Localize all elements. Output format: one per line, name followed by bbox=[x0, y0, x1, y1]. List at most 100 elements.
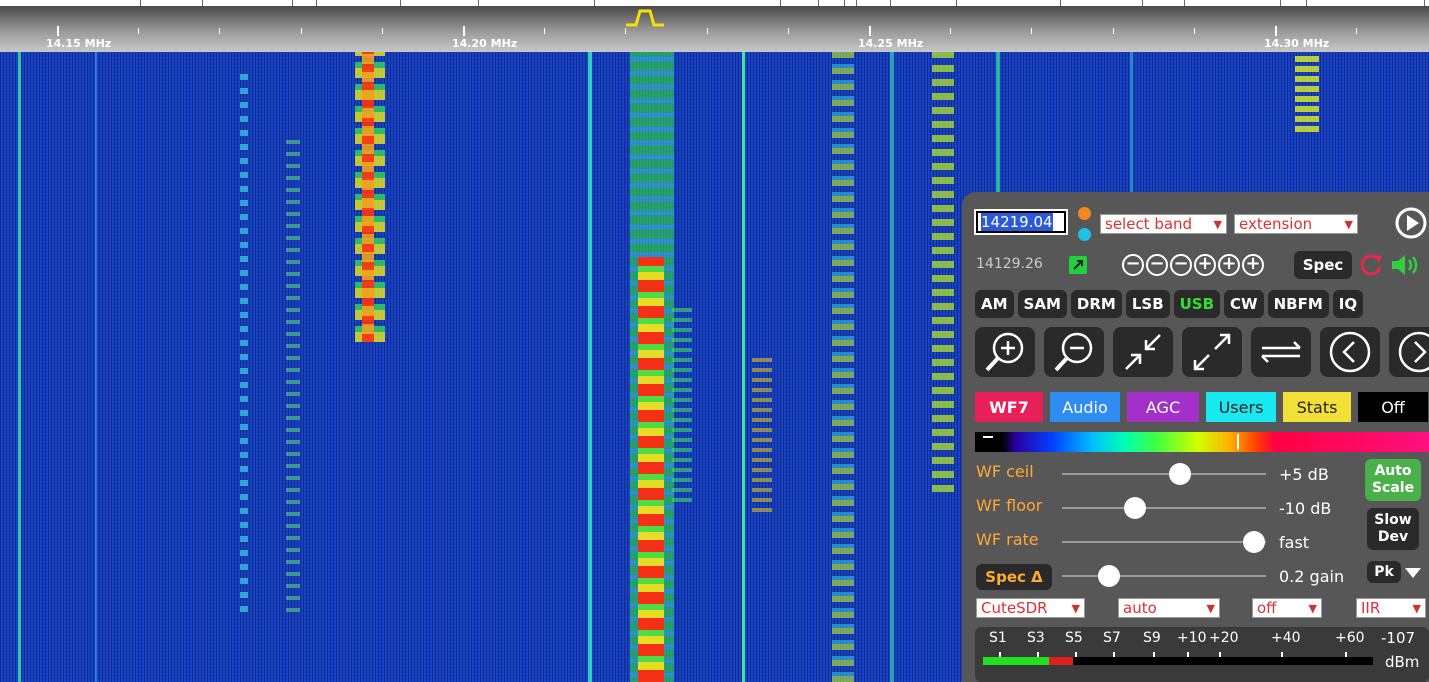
band-marker bbox=[594, 0, 595, 6]
slow-dev-line1: Slow bbox=[1374, 512, 1412, 528]
chevron-right-icon bbox=[1398, 331, 1429, 373]
mode-nbfm-button[interactable]: NBFM bbox=[1267, 290, 1329, 318]
scale-tick bbox=[219, 28, 220, 34]
frequency-input[interactable]: 14219.04 bbox=[974, 209, 1068, 235]
wf-ceil-track[interactable] bbox=[1062, 473, 1266, 475]
step-down-icon[interactable] bbox=[1078, 228, 1091, 241]
tab-wf7[interactable]: WF7 bbox=[975, 392, 1043, 422]
wf-rate-track[interactable] bbox=[1062, 541, 1266, 543]
tab-audio[interactable]: Audio bbox=[1050, 392, 1120, 422]
off-select[interactable]: off ▼ bbox=[1252, 598, 1322, 618]
s-meter-tick bbox=[1345, 652, 1347, 657]
s-meter-tick bbox=[1219, 652, 1221, 657]
band-marker bbox=[844, 0, 845, 6]
passband-marker-icon[interactable] bbox=[624, 9, 666, 27]
signal-trace bbox=[240, 72, 248, 612]
zoom-max-in-button[interactable] bbox=[1113, 327, 1173, 377]
band-marker bbox=[140, 0, 141, 6]
step-up-small-icon[interactable]: + bbox=[1194, 254, 1216, 276]
colorbar-floor-marker[interactable] bbox=[983, 436, 993, 438]
filter-select[interactable]: IIR ▼ bbox=[1356, 598, 1426, 618]
horizontal-arrows-icon bbox=[1261, 341, 1301, 363]
scale-label-14-20: 14.20 MHz bbox=[452, 37, 518, 50]
s-meter-tick bbox=[1187, 652, 1189, 657]
extension-select[interactable]: extension ▼ bbox=[1234, 214, 1358, 234]
mode-usb-button[interactable]: USB bbox=[1173, 290, 1221, 318]
wf-floor-track[interactable] bbox=[1062, 507, 1266, 509]
scale-tick bbox=[301, 28, 302, 34]
band-marker bbox=[1184, 0, 1185, 6]
s-meter-label: S5 bbox=[1065, 630, 1083, 646]
mode-buttons: AM SAM DRM LSB USB CW NBFM IQ bbox=[975, 290, 1364, 318]
band-marker bbox=[890, 0, 891, 6]
s-meter: -107 dBm S1 S3 S5 S7 S9 +10 +20 +40 +60 bbox=[975, 627, 1429, 682]
spec-delta-track[interactable] bbox=[1062, 575, 1266, 577]
scale-tick bbox=[138, 28, 139, 34]
spec-delta-button[interactable]: Spec Δ bbox=[976, 564, 1052, 590]
spec-button[interactable]: Spec bbox=[1294, 251, 1352, 279]
signal-trace bbox=[286, 132, 300, 612]
scale-label-14-30: 14.30 MHz bbox=[1264, 37, 1330, 50]
mode-sam-button[interactable]: SAM bbox=[1017, 290, 1067, 318]
signal-trace bbox=[588, 52, 592, 682]
wf-floor-knob[interactable] bbox=[1124, 497, 1147, 519]
open-external-icon[interactable] bbox=[1069, 256, 1087, 274]
band-marker bbox=[292, 0, 293, 6]
reload-icon[interactable] bbox=[1358, 252, 1384, 278]
band-marker bbox=[1306, 0, 1307, 6]
band-marker bbox=[1142, 0, 1143, 6]
zoom-out-button[interactable] bbox=[1044, 327, 1104, 377]
mode-iq-button[interactable]: IQ bbox=[1332, 290, 1364, 318]
tab-stats[interactable]: Stats bbox=[1283, 392, 1351, 422]
zoom-in-button[interactable] bbox=[975, 327, 1035, 377]
waterfall-colorbar[interactable] bbox=[975, 432, 1429, 452]
band-marker bbox=[1060, 0, 1061, 6]
speaker-icon[interactable] bbox=[1390, 252, 1424, 278]
tab-off[interactable]: Off bbox=[1358, 392, 1428, 422]
s-meter-label: +60 bbox=[1335, 630, 1365, 646]
page-left-button[interactable] bbox=[1320, 327, 1380, 377]
noise-blanker-select[interactable]: CuteSDR ▼ bbox=[976, 598, 1085, 618]
wf-rate-knob[interactable] bbox=[1242, 531, 1265, 553]
page-right-button[interactable] bbox=[1389, 327, 1429, 377]
step-down-large-icon[interactable]: − bbox=[1122, 254, 1144, 276]
pk-button[interactable]: Pk bbox=[1367, 561, 1401, 583]
tab-users[interactable]: Users bbox=[1206, 392, 1276, 422]
wf-ceil-value: +5 dB bbox=[1279, 465, 1329, 484]
tab-agc[interactable]: AGC bbox=[1127, 392, 1199, 422]
slow-dev-button[interactable]: Slow Dev bbox=[1367, 508, 1419, 550]
band-marker bbox=[818, 0, 819, 6]
caret-down-icon[interactable] bbox=[1404, 567, 1422, 579]
frequency-scale[interactable]: 14.15 MHz 14.20 MHz 14.25 MHz 14.30 MHz bbox=[0, 0, 1429, 52]
wf-floor-value: -10 dB bbox=[1279, 499, 1332, 518]
mode-am-button[interactable]: AM bbox=[975, 290, 1014, 318]
s-meter-tick bbox=[1037, 652, 1039, 657]
last-frequency[interactable]: 14129.26 bbox=[976, 256, 1043, 272]
colorbar-ceil-marker[interactable] bbox=[1237, 434, 1239, 450]
play-icon[interactable] bbox=[1394, 206, 1428, 240]
signal-trace bbox=[672, 302, 692, 502]
s-meter-label: S7 bbox=[1103, 630, 1121, 646]
zoom-band-button[interactable] bbox=[1251, 327, 1311, 377]
auto-select[interactable]: auto ▼ bbox=[1118, 598, 1220, 618]
step-up-icon[interactable] bbox=[1078, 207, 1091, 220]
mode-lsb-button[interactable]: LSB bbox=[1125, 290, 1170, 318]
s-meter-tick bbox=[1281, 652, 1283, 657]
scale-tick bbox=[1031, 28, 1032, 34]
wf-ceil-knob[interactable] bbox=[1169, 463, 1192, 485]
band-select[interactable]: select band ▼ bbox=[1100, 214, 1227, 234]
step-up-medium-icon[interactable]: + bbox=[1218, 254, 1240, 276]
step-down-medium-icon[interactable]: − bbox=[1146, 254, 1168, 276]
step-down-small-icon[interactable]: − bbox=[1170, 254, 1192, 276]
auto-scale-button[interactable]: Auto Scale bbox=[1365, 459, 1421, 501]
band-marker bbox=[956, 0, 957, 6]
step-up-large-icon[interactable]: + bbox=[1242, 254, 1264, 276]
scale-tick bbox=[1113, 28, 1114, 34]
mode-cw-button[interactable]: CW bbox=[1224, 290, 1264, 318]
scale-tick bbox=[1275, 26, 1277, 36]
zoom-max-out-button[interactable] bbox=[1182, 327, 1242, 377]
s-meter-tick bbox=[999, 652, 1001, 657]
mode-drm-button[interactable]: DRM bbox=[1070, 290, 1122, 318]
signal-trace bbox=[638, 257, 664, 682]
spec-delta-knob[interactable] bbox=[1097, 565, 1120, 587]
